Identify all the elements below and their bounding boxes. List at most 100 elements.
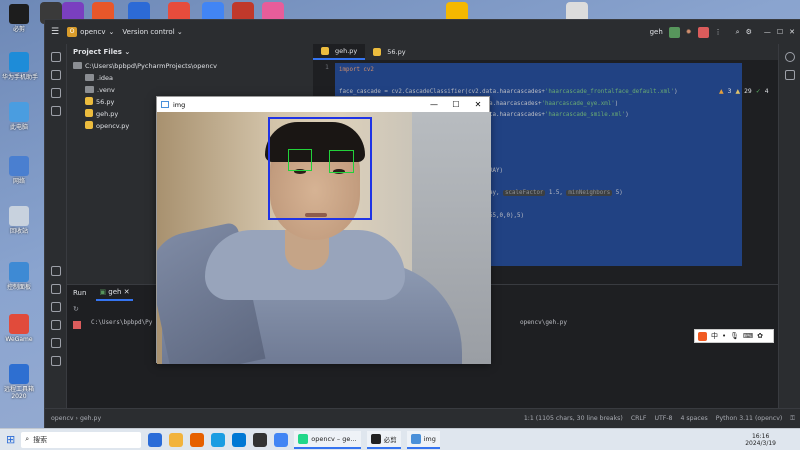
minimize-icon[interactable]: —	[764, 28, 771, 36]
punctuation-icon[interactable]: •	[722, 332, 726, 340]
debug-icon[interactable]: ✹	[686, 28, 692, 36]
folder-icon[interactable]	[50, 52, 61, 62]
run-icon[interactable]	[668, 26, 680, 38]
stop-icon[interactable]	[697, 26, 709, 38]
task-view-icon[interactable]	[148, 432, 163, 447]
python-file-icon	[321, 47, 329, 55]
database-icon[interactable]	[784, 70, 795, 80]
skin-icon[interactable]: ✿	[757, 332, 763, 340]
python-file-icon	[85, 97, 93, 105]
search-icon[interactable]: ⌕	[736, 28, 740, 37]
desktop-app-icon	[9, 156, 29, 176]
problems-icon[interactable]	[50, 338, 61, 348]
rerun-icon[interactable]: ↻	[73, 305, 81, 313]
tree-item-label: opencv.py	[96, 122, 130, 130]
window-icon	[161, 101, 169, 108]
taskbar-app-label: 必剪	[383, 435, 397, 444]
version-control-menu[interactable]: Version control ⌄	[122, 28, 182, 36]
stop-run-icon[interactable]	[73, 321, 81, 329]
run-config-selector[interactable]: geh	[650, 28, 663, 36]
project-selector[interactable]: O opencv ⌄	[67, 27, 114, 37]
inspection-widget[interactable]: ▲ 3 ▲ 29 ✓ 4	[719, 88, 769, 95]
img-maximize-button[interactable]: ☐	[445, 98, 467, 112]
breadcrumb[interactable]: opencv › geh.py	[51, 415, 101, 422]
taskbar-app[interactable]: 必剪	[366, 430, 401, 449]
taskbar-search[interactable]: ⌕ 搜索	[21, 431, 142, 448]
indent-setting[interactable]: 4 spaces	[681, 415, 708, 423]
caret-position[interactable]: 1:1 (1105 chars, 30 line breaks)	[524, 415, 623, 423]
structure-icon[interactable]	[50, 88, 61, 98]
editor-tab[interactable]: 56.py	[365, 44, 413, 60]
maximize-icon[interactable]: ☐	[777, 28, 783, 36]
taskbar-app[interactable]: img	[406, 430, 440, 449]
desktop-icon-label: 远程工具箱 2020	[3, 386, 34, 400]
desktop-icon[interactable]: 控制面板	[2, 262, 36, 291]
project-panel-title[interactable]: Project Files ⌄	[67, 44, 313, 60]
commit-icon[interactable]	[50, 70, 61, 80]
run-tool-icon[interactable]	[50, 302, 61, 312]
desktop-icon-label: WeGame	[5, 336, 33, 343]
img-window-titlebar[interactable]: img — ☐ ✕	[157, 97, 489, 112]
lock-icon[interactable]: ⚿	[790, 415, 795, 423]
desktop-icon[interactable]: WeGame	[2, 314, 36, 343]
file-explorer-icon[interactable]	[169, 432, 184, 447]
taskbar-app-label: img	[423, 434, 436, 443]
tree-folder[interactable]: C:\Users\bpbpd\PycharmProjects\opencv	[73, 60, 313, 72]
ime-mode[interactable]: 中	[711, 331, 718, 341]
ime-toolbar[interactable]: 中 • 🎙 ⌨ ✿	[694, 329, 774, 343]
desktop-icon[interactable]: 网络	[2, 156, 36, 185]
notifications-icon[interactable]	[784, 52, 795, 62]
settings-icon[interactable]: ⚙	[746, 28, 752, 36]
editor-tab[interactable]: geh.py	[313, 44, 366, 60]
layers-icon[interactable]	[50, 284, 61, 294]
more-tools-icon[interactable]	[50, 106, 61, 116]
terminal-icon[interactable]	[50, 320, 61, 330]
project-badge: O	[67, 27, 78, 37]
python-packages-icon[interactable]	[50, 266, 61, 276]
img-close-button[interactable]: ✕	[467, 98, 489, 112]
webcam-frame	[157, 112, 491, 364]
system-clock[interactable]: 16:16 2024/3/19	[745, 433, 776, 447]
app-icon	[370, 433, 381, 444]
desktop-icon[interactable]: 华为手机助手	[2, 52, 39, 81]
run-tab-geh[interactable]: ▣ geh ✕	[96, 285, 133, 301]
desktop-app-icon	[9, 206, 29, 226]
taskbar-app[interactable]: opencv – ge...	[294, 430, 361, 449]
more-icon[interactable]: ⋮	[715, 28, 722, 36]
desktop-icon-label: 必剪	[12, 26, 25, 33]
close-icon[interactable]: ✕	[789, 28, 795, 36]
desktop-icon[interactable]: 远程工具箱 2020	[2, 364, 36, 400]
desktop-icon[interactable]: 回收站	[2, 206, 36, 235]
code-line: import cv2	[339, 67, 374, 73]
desktop-icon-label: 控制面板	[6, 284, 31, 291]
tree-item-label: 56.py	[96, 98, 115, 106]
main-menu-icon[interactable]: ☰	[51, 27, 59, 37]
desktop-app-icon	[9, 52, 29, 72]
edge-icon[interactable]	[232, 432, 247, 447]
mic-icon[interactable]: 🎙	[730, 332, 739, 340]
line-separator[interactable]: CRLF	[631, 415, 647, 423]
tree-folder[interactable]: .idea	[73, 72, 313, 84]
status-bar: opencv › geh.py 1:1 (1105 chars, 30 line…	[45, 408, 800, 428]
desktop-icon-label: 华为手机助手	[2, 74, 39, 81]
tree-item-label: C:\Users\bpbpd\PycharmProjects\opencv	[85, 62, 217, 70]
img-window: img — ☐ ✕	[156, 96, 491, 364]
desktop-icon[interactable]: 必剪	[2, 4, 36, 33]
file-encoding[interactable]: UTF-8	[654, 415, 672, 423]
app-icon	[298, 433, 309, 444]
desktop-icon[interactable]: 此电脑	[2, 102, 36, 131]
interpreter-selector[interactable]: Python 3.11 (opencv)	[716, 415, 783, 423]
tree-item-label: .idea	[97, 74, 113, 82]
img-minimize-button[interactable]: —	[423, 98, 445, 112]
tree-folder[interactable]: .venv	[73, 84, 313, 96]
git-icon[interactable]	[50, 356, 61, 366]
steam-icon[interactable]	[253, 432, 268, 447]
chrome-icon[interactable]	[274, 432, 289, 447]
desktop-icon-label: 此电脑	[9, 124, 28, 131]
tree-item-label: .venv	[97, 86, 115, 94]
folder-icon	[73, 62, 82, 69]
start-button[interactable]: ⊞	[6, 433, 15, 446]
firefox-icon[interactable]	[190, 432, 205, 447]
app-icon[interactable]	[211, 432, 226, 447]
keyboard-icon[interactable]: ⌨	[743, 332, 753, 340]
